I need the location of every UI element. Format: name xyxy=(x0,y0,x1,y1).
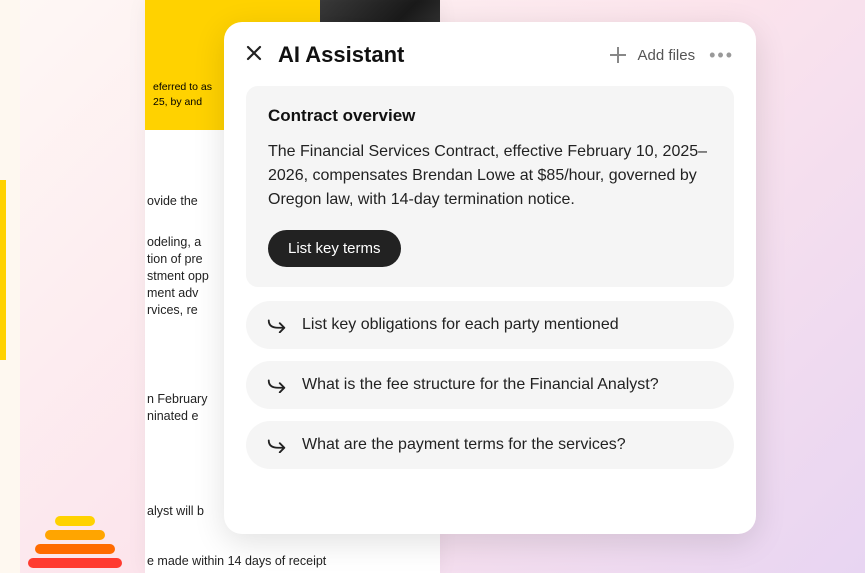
doc-text-line: odeling, a xyxy=(147,234,201,252)
overview-text: The Financial Services Contract, effecti… xyxy=(268,140,712,212)
close-icon xyxy=(246,45,262,61)
doc-text-line: n February xyxy=(147,391,207,409)
doc-text-line: ninated e xyxy=(147,408,198,426)
suggestion-item[interactable]: What are the payment terms for the servi… xyxy=(246,421,734,469)
logo-bar-3 xyxy=(35,544,115,554)
more-menu-button[interactable]: ••• xyxy=(709,45,734,66)
ai-assistant-panel: AI Assistant Add files ••• Contract over… xyxy=(224,22,756,534)
doc-text-line: stment opp xyxy=(147,268,209,286)
plus-icon xyxy=(608,45,628,65)
suggestion-item[interactable]: List key obligations for each party ment… xyxy=(246,301,734,349)
reply-arrow-icon xyxy=(266,437,288,453)
document-header-text: eferred to as 25, by and xyxy=(153,80,212,109)
doc-text-line: ment adv xyxy=(147,285,198,303)
suggestion-text: What are the payment terms for the servi… xyxy=(302,436,626,454)
doc-text-line: alyst will b xyxy=(147,503,204,521)
suggestion-text: What is the fee structure for the Financ… xyxy=(302,376,659,394)
doc-text-line: ovide the xyxy=(147,193,198,211)
panel-title: AI Assistant xyxy=(278,42,608,68)
suggestion-text: List key obligations for each party ment… xyxy=(302,316,619,334)
add-files-label: Add files xyxy=(638,47,696,64)
list-key-terms-button[interactable]: List key terms xyxy=(268,230,401,267)
close-button[interactable] xyxy=(246,45,262,65)
doc-header-line1: eferred to as xyxy=(153,81,212,93)
suggestion-item[interactable]: What is the fee structure for the Financ… xyxy=(246,361,734,409)
doc-text-line: rvices, re xyxy=(147,302,198,320)
panel-header: AI Assistant Add files ••• xyxy=(246,42,734,68)
reply-arrow-icon xyxy=(266,377,288,393)
reply-arrow-icon xyxy=(266,317,288,333)
logo-bar-4 xyxy=(28,558,122,568)
logo-bar-2 xyxy=(45,530,105,540)
doc-text-line: tion of pre xyxy=(147,251,203,269)
doc-text-line: e made within 14 days of receipt xyxy=(147,553,326,571)
doc-header-line2: 25, by and xyxy=(153,96,202,108)
overview-card: Contract overview The Financial Services… xyxy=(246,86,734,287)
left-accent xyxy=(0,180,6,360)
add-files-button[interactable]: Add files xyxy=(608,45,696,65)
logo xyxy=(30,512,122,568)
overview-title: Contract overview xyxy=(268,106,712,126)
logo-bar-1 xyxy=(55,516,95,526)
